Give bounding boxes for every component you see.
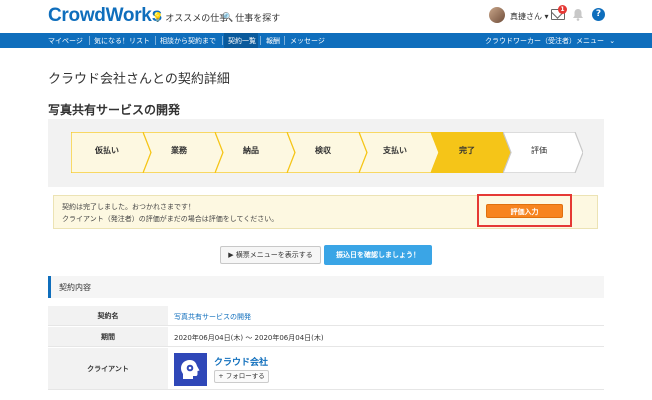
step-label: 仮払い	[95, 146, 119, 155]
client-head-gear-icon	[181, 360, 200, 379]
page-title: クラウド会社さんとの契約詳細	[48, 72, 230, 87]
section-title: 契約内容	[59, 283, 91, 292]
nav-find-label: 仕事を探す	[235, 14, 281, 24]
step-label: 納品	[243, 146, 259, 155]
table-row: クライアント クラウド会社 + フォローする	[48, 348, 604, 390]
search-icon: 🔍	[222, 12, 234, 23]
avatar[interactable]	[489, 7, 505, 23]
main-navbar: マイページ 気になる！リスト 相談から契約まで 契約一覧 報酬 メッセージ クラ…	[0, 33, 652, 48]
step-3: 納品	[215, 132, 295, 173]
lightbulb-icon: 💡	[152, 12, 164, 23]
client-label: クライアント	[48, 348, 168, 389]
nav-contracts[interactable]: 契約一覧	[228, 36, 256, 46]
client-name-link[interactable]: クラウド会社	[214, 355, 268, 368]
client-avatar[interactable]	[174, 353, 207, 386]
job-title: 写真共有サービスの開発	[48, 103, 181, 117]
period-label: 期間	[48, 327, 168, 346]
crowdworks-logo[interactable]: CrowdWorks	[48, 5, 162, 27]
follow-button[interactable]: + フォローする	[214, 370, 269, 383]
nav-recommended-label: オススメの仕事	[165, 14, 229, 24]
step-7: 評価	[503, 132, 583, 173]
step-2: 業務	[143, 132, 223, 173]
step-label: 評価	[531, 146, 547, 155]
table-row: 契約名 写真共有サービスの開発	[48, 306, 604, 326]
mail-count-badge: 1	[558, 5, 567, 14]
step-label: 支払い	[383, 146, 407, 155]
show-menu-button[interactable]: ▶ 横票メニューを表示する	[220, 246, 321, 264]
notice-line-2: クライアント（発注者）の評価がまだの場合は評価をしてください。	[62, 215, 279, 223]
nav-consult-to-contract[interactable]: 相談から契約まで	[160, 36, 216, 46]
step-5: 支払い	[359, 132, 439, 173]
contract-progress-panel: 仮払い 業務 納品 検収 支払い 完了 評価	[48, 119, 604, 187]
step-4: 検収	[287, 132, 367, 173]
step-label: 完了	[459, 146, 475, 155]
table-row: 期間 2020年06月04日(木) 〜 2020年06月04日(木)	[48, 327, 604, 347]
nav-messages[interactable]: メッセージ	[290, 36, 325, 46]
help-icon[interactable]: ?	[592, 8, 605, 21]
worker-menu[interactable]: クラウドワーカー（受注者）メニュー ⌄	[485, 36, 615, 46]
check-payment-date-button[interactable]: 振込日を確認しましょう！	[324, 245, 432, 265]
contract-name-label: 契約名	[48, 306, 168, 325]
step-label: 検収	[315, 146, 331, 155]
user-menu[interactable]: 真捷さん ▾	[510, 11, 549, 22]
step-label: 業務	[171, 146, 187, 155]
nav-mypage[interactable]: マイページ	[48, 36, 83, 46]
step-1: 仮払い	[71, 132, 151, 173]
site-header: CrowdWorks 💡 オススメの仕事 🔍 仕事を探す 真捷さん ▾ 1 ?	[0, 0, 652, 33]
nav-find-jobs[interactable]: 🔍 仕事を探す	[222, 11, 281, 25]
evaluate-button[interactable]: 評価入力	[486, 204, 563, 218]
nav-watchlist[interactable]: 気になる！リスト	[94, 36, 150, 46]
period-value: 2020年06月04日(木) 〜 2020年06月04日(木)	[174, 334, 324, 342]
chevron-down-icon: ⌄	[609, 37, 616, 45]
bell-icon[interactable]	[572, 8, 584, 21]
nav-rewards[interactable]: 報酬	[266, 36, 280, 46]
worker-menu-label: クラウドワーカー（受注者）メニュー	[485, 37, 604, 45]
nav-recommended-jobs[interactable]: 💡 オススメの仕事	[152, 11, 229, 25]
contract-section-header: 契約内容	[48, 276, 604, 298]
notice-line-1: 契約は完了しました。おつかれさまです！	[62, 203, 195, 211]
contract-name-link[interactable]: 写真共有サービスの開発	[174, 312, 251, 322]
step-6: 完了	[431, 132, 511, 173]
